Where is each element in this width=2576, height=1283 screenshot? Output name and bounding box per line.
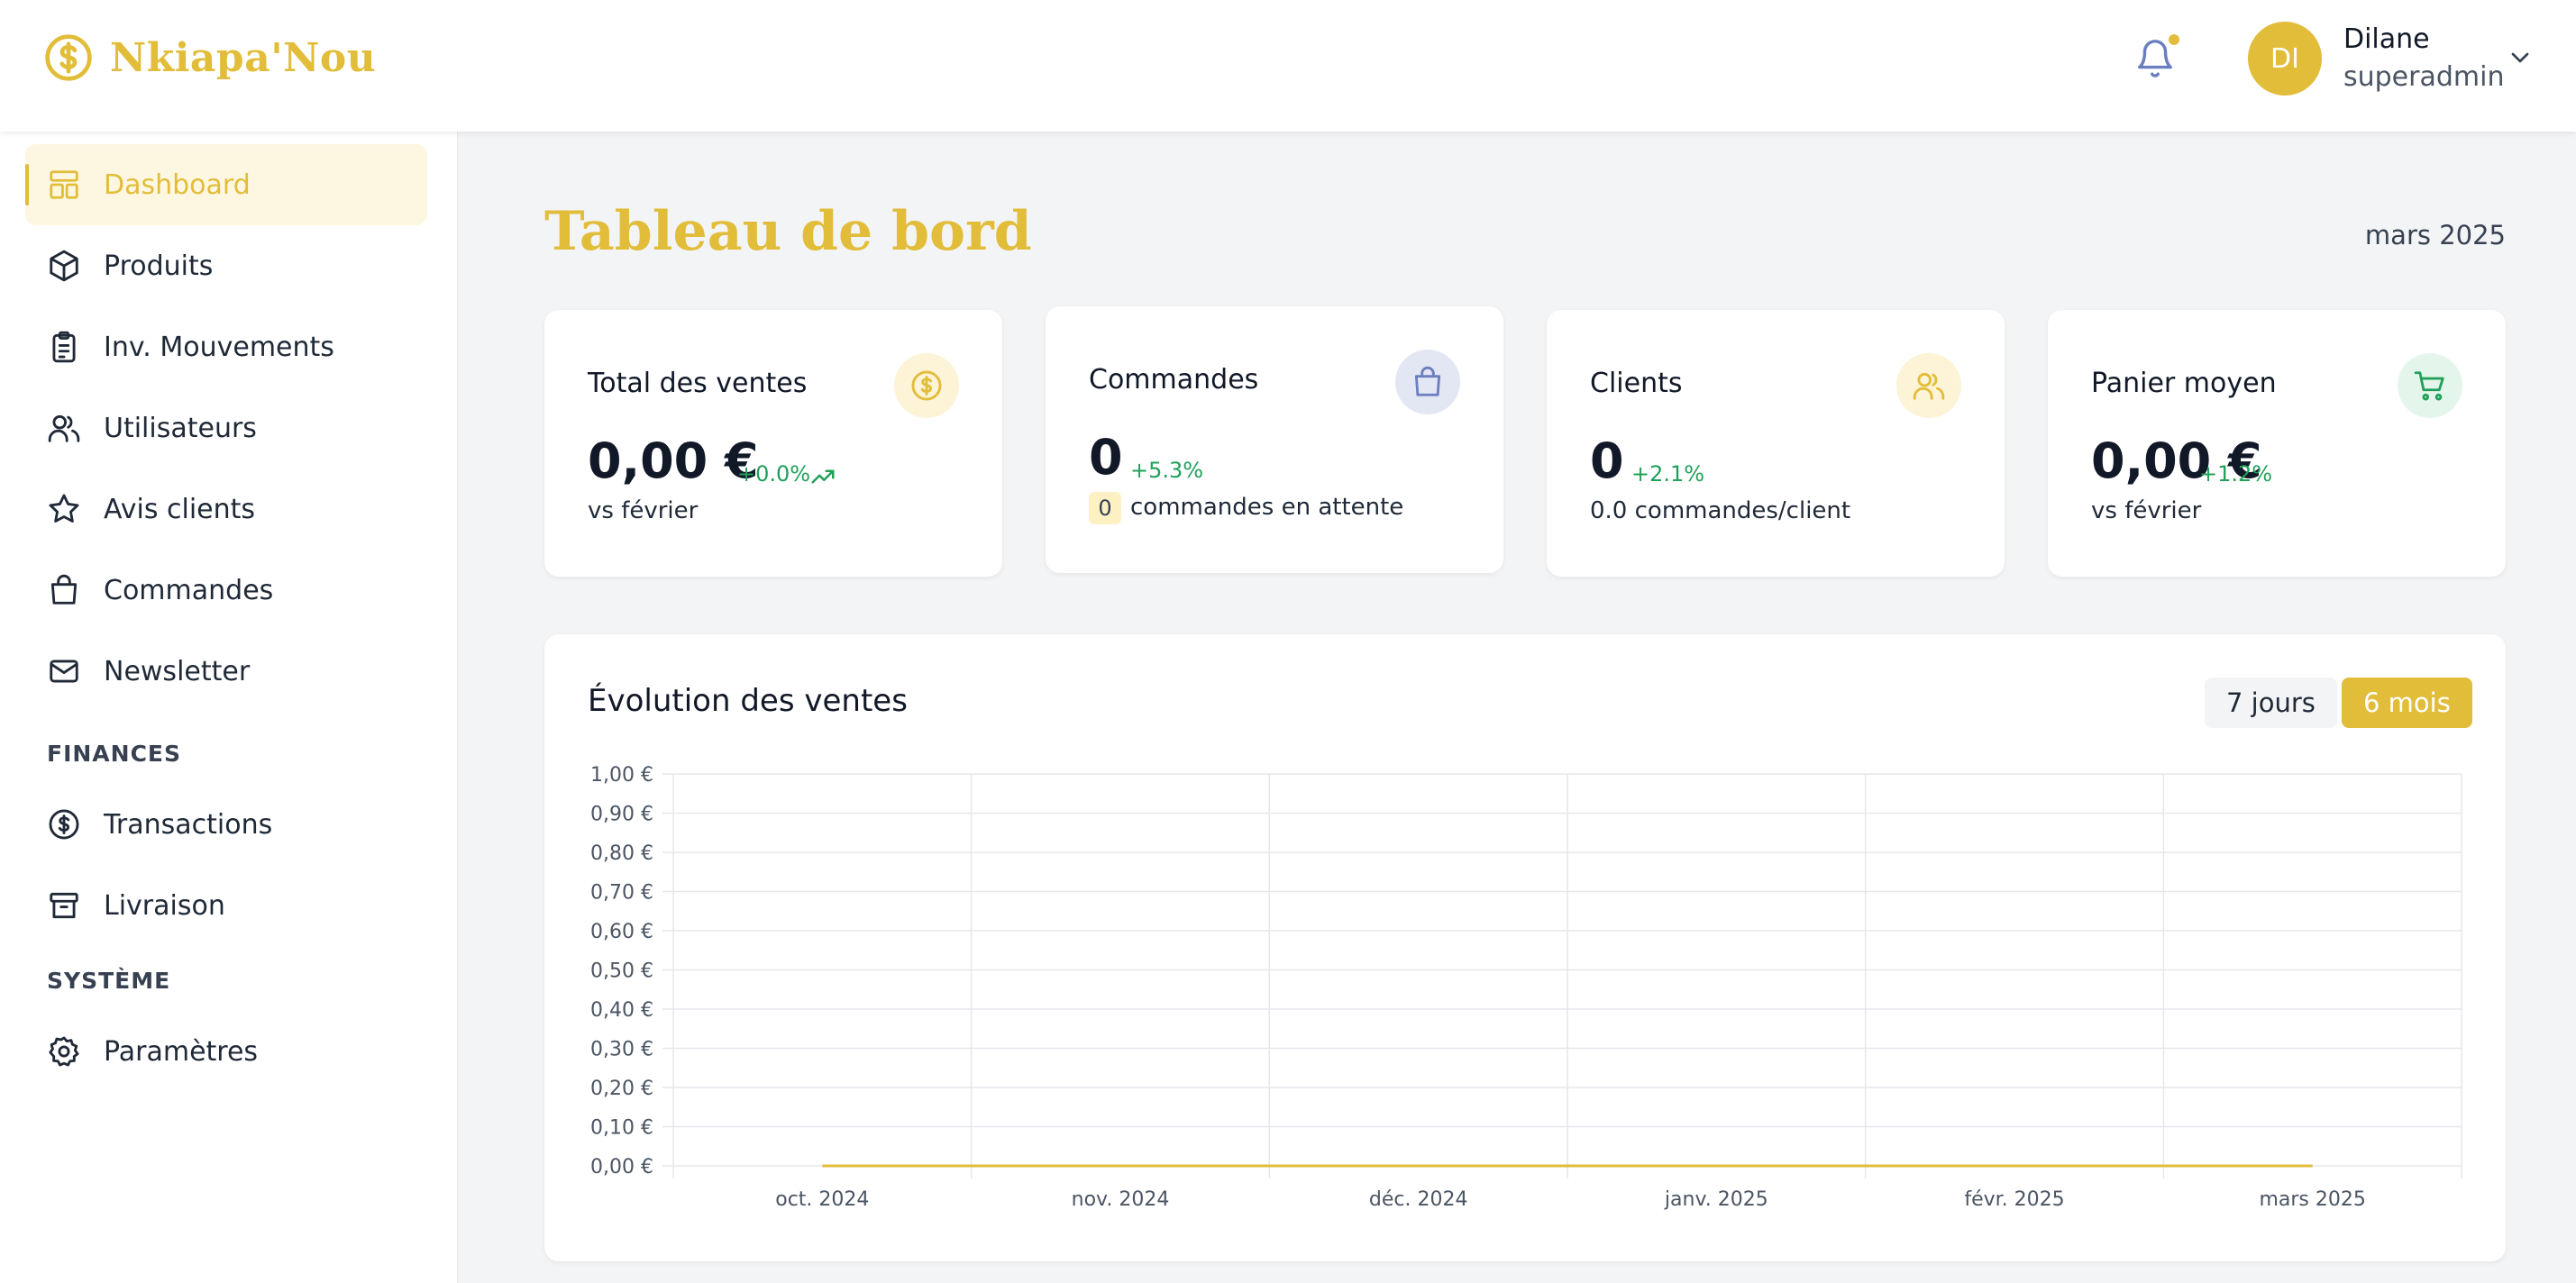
brand[interactable]: Nkiapa'Nou xyxy=(43,32,376,83)
card-title: Clients xyxy=(1590,368,1683,399)
sidebar-item-label: Commandes xyxy=(104,574,274,606)
sidebar-item-transactions[interactable]: Transactions xyxy=(25,784,427,865)
card-title: Commandes xyxy=(1089,364,1259,396)
x-tick-label: janv. 2025 xyxy=(1664,1188,1768,1211)
card-value: 0 xyxy=(1590,432,1624,489)
card-change: +1.2% xyxy=(2199,461,2273,487)
sidebar-section-finances: FINANCES xyxy=(47,741,182,767)
chevron-down-icon[interactable] xyxy=(2506,43,2535,72)
card-icon-badge xyxy=(894,353,959,418)
card-value: 0,00 € xyxy=(588,432,759,489)
gear-icon xyxy=(49,1036,79,1067)
dollar-circle-icon xyxy=(45,34,92,81)
sidebar-item-parametres[interactable]: Paramètres xyxy=(25,1011,427,1092)
y-tick-label: 0,10 € xyxy=(590,1117,653,1140)
box-icon xyxy=(50,250,78,282)
y-tick-label: 0,00 € xyxy=(590,1156,653,1178)
y-tick-label: 0,20 € xyxy=(590,1078,653,1100)
x-tick-label: déc. 2024 xyxy=(1369,1188,1468,1211)
sidebar-item-label: Utilisateurs xyxy=(104,412,257,444)
bag-icon xyxy=(1414,366,1441,396)
dollar-circle-icon xyxy=(911,370,942,401)
sidebar-section-systeme: SYSTÈME xyxy=(47,968,171,994)
x-tick-label: nov. 2024 xyxy=(1072,1188,1170,1211)
mail-icon xyxy=(50,660,78,683)
sidebar: Dashboard Produits Inv. Mouvements Utili… xyxy=(0,132,458,1283)
y-tick-label: 0,60 € xyxy=(590,921,653,943)
sidebar-item-produits[interactable]: Produits xyxy=(25,225,427,306)
y-tick-label: 0,80 € xyxy=(590,842,653,865)
users-icon xyxy=(48,414,80,442)
sidebar-item-label: Avis clients xyxy=(104,493,256,525)
sidebar-item-label: Newsletter xyxy=(104,655,251,687)
y-tick-label: 0,50 € xyxy=(590,960,653,983)
card-icon-badge xyxy=(2398,353,2462,418)
card-change: +0.0% xyxy=(737,461,811,487)
star-icon xyxy=(49,494,79,523)
sales-chart-card: Évolution des ventes 7 jours 6 mois 0,00… xyxy=(544,634,2506,1261)
sidebar-item-label: Paramètres xyxy=(104,1035,259,1068)
card-title: Total des ventes xyxy=(588,368,808,399)
sidebar-item-label: Produits xyxy=(104,250,214,282)
sidebar-item-dashboard[interactable]: Dashboard xyxy=(25,144,427,225)
avatar[interactable]: DI xyxy=(2248,22,2322,96)
card-subtext: vs février xyxy=(2091,497,2202,524)
card-icon-badge xyxy=(1896,353,1961,418)
user-name[interactable]: Dilane xyxy=(2343,23,2430,55)
dashboard-icon xyxy=(50,170,78,199)
page-title: Tableau de bord xyxy=(544,200,1032,263)
stat-card-commandes: Commandes 0 +5.3% 0 commandes en attente xyxy=(1046,306,1503,573)
page-date: mars 2025 xyxy=(2364,220,2506,250)
top-header: Nkiapa'Nou DI Dilane superadmin xyxy=(0,0,2576,132)
pending-count-badge: 0 xyxy=(1089,492,1121,524)
bag-icon xyxy=(50,574,78,605)
sidebar-item-commandes[interactable]: Commandes xyxy=(25,550,427,631)
sidebar-item-label: Inv. Mouvements xyxy=(104,331,334,363)
sidebar-item-avis-clients[interactable]: Avis clients xyxy=(25,469,427,550)
users-icon xyxy=(1913,372,1945,400)
card-value: 0 xyxy=(1089,429,1123,486)
archive-icon xyxy=(50,892,78,919)
card-change: +5.3% xyxy=(1130,458,1204,483)
user-role: superadmin xyxy=(2343,61,2505,93)
sidebar-item-newsletter[interactable]: Newsletter xyxy=(25,631,427,712)
dollar-circle-icon xyxy=(49,809,79,840)
x-tick-label: févr. 2025 xyxy=(1964,1188,2064,1211)
trending-up-icon xyxy=(811,469,835,484)
sidebar-item-label: Transactions xyxy=(104,808,273,841)
sidebar-item-livraison[interactable]: Livraison xyxy=(25,865,427,946)
sidebar-item-inv-mouvements[interactable]: Inv. Mouvements xyxy=(25,306,427,387)
y-tick-label: 1,00 € xyxy=(590,764,653,787)
card-subtext: vs février xyxy=(588,497,699,524)
brand-name: Nkiapa'Nou xyxy=(110,34,377,81)
sidebar-item-label: Dashboard xyxy=(104,168,251,201)
x-tick-label: mars 2025 xyxy=(2259,1188,2365,1211)
cart-icon xyxy=(2414,371,2444,401)
stat-card-total-ventes: Total des ventes 0,00 € +0.0% vs février xyxy=(544,310,1002,577)
card-change: +2.1% xyxy=(1631,461,1705,487)
clipboard-icon xyxy=(52,331,76,363)
card-icon-badge xyxy=(1395,350,1460,414)
sidebar-item-label: Livraison xyxy=(104,889,225,922)
x-tick-label: oct. 2024 xyxy=(775,1188,869,1211)
stat-card-panier-moyen: Panier moyen 0,00 € +1.2% vs février xyxy=(2048,310,2506,577)
y-tick-label: 0,30 € xyxy=(590,1039,653,1061)
sidebar-item-utilisateurs[interactable]: Utilisateurs xyxy=(25,387,427,469)
notification-dot xyxy=(2167,32,2181,47)
stat-card-clients: Clients 0 +2.1% 0.0 commandes/client xyxy=(1547,310,2005,577)
y-tick-label: 0,70 € xyxy=(590,882,653,905)
card-subtext: commandes en attente xyxy=(1130,494,1404,521)
sales-line-chart: 0,00 € 0,10 € 0,20 € 0,30 € 0,40 € 0,50 € 0,60… xyxy=(590,764,2462,1211)
card-title: Panier moyen xyxy=(2091,368,2277,399)
y-tick-label: 0,40 € xyxy=(590,999,653,1022)
card-subtext: 0.0 commandes/client xyxy=(1590,497,1851,524)
y-tick-label: 0,90 € xyxy=(590,804,653,826)
